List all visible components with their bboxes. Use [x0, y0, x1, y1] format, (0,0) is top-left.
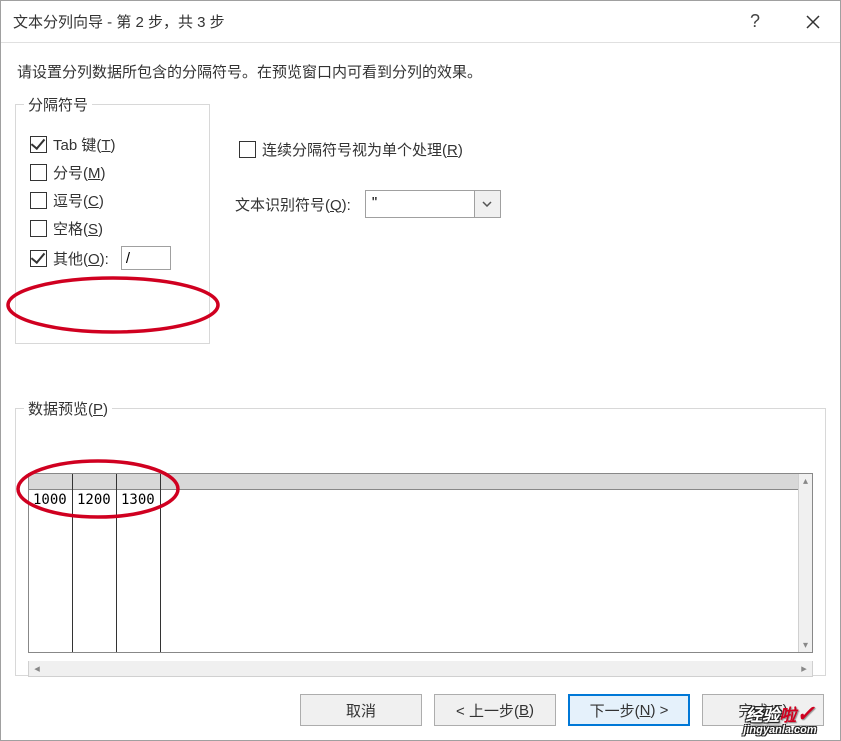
checkbox-semicolon-label: 分号(M)	[53, 162, 106, 183]
chevron-down-icon	[482, 201, 492, 207]
checkbox-other-row[interactable]: 其他(O):	[30, 246, 199, 270]
content-area: 请设置分列数据所包含的分隔符号。在预览窗口内可看到分列的效果。 分隔符号 Tab…	[1, 43, 840, 686]
text-qualifier-select[interactable]: "	[365, 190, 501, 218]
cancel-button[interactable]: 取消	[300, 694, 422, 726]
preview-box: 1000 1200 1300 ▴ ▾	[28, 473, 813, 653]
scroll-down-icon[interactable]: ▾	[799, 638, 812, 652]
checkbox-other[interactable]	[30, 250, 47, 267]
window-title: 文本分列向导 - 第 2 步，共 3 步	[13, 11, 225, 32]
vertical-scrollbar[interactable]: ▴ ▾	[798, 474, 812, 652]
scroll-up-icon[interactable]: ▴	[799, 474, 812, 488]
text-qualifier-row: 文本识别符号(Q): "	[235, 190, 826, 218]
titlebar: 文本分列向导 - 第 2 步，共 3 步 ?	[1, 1, 840, 43]
delimiter-options-right: 连续分隔符号视为单个处理(R) 文本识别符号(Q): "	[235, 104, 826, 218]
text-qualifier-dropdown-button[interactable]	[475, 190, 501, 218]
checkbox-comma[interactable]	[30, 192, 47, 209]
dialog-window: 文本分列向导 - 第 2 步，共 3 步 ? 请设置分列数据所包含的分隔符号。在…	[0, 0, 841, 741]
preview-columns: 1000 1200 1300	[29, 474, 798, 652]
watermark-domain: jingyanla.com	[743, 725, 816, 736]
checkbox-tab-row[interactable]: Tab 键(T)	[30, 134, 199, 155]
data-preview-group: 数据预览(P) 1000 1200 1300 ▴ ▾ ◂ ▸	[15, 408, 826, 676]
checkbox-space-label: 空格(S)	[53, 218, 103, 239]
checkbox-tab-label: Tab 键(T)	[53, 134, 116, 155]
text-qualifier-value[interactable]: "	[365, 190, 475, 218]
text-qualifier-label: 文本识别符号(Q):	[235, 194, 351, 215]
preview-col-1: 1000	[29, 474, 73, 652]
checkbox-consecutive[interactable]	[239, 141, 256, 158]
scroll-left-icon[interactable]: ◂	[29, 662, 45, 675]
horizontal-scrollbar[interactable]: ◂ ▸	[28, 661, 813, 677]
delimiters-group: 分隔符号 Tab 键(T) 分号(M) 逗号(C)	[15, 104, 210, 344]
description-text: 请设置分列数据所包含的分隔符号。在预览窗口内可看到分列的效果。	[15, 61, 826, 82]
preview-col-2: 1200	[73, 474, 117, 652]
close-icon	[806, 15, 820, 29]
checkbox-semicolon[interactable]	[30, 164, 47, 181]
watermark: 经验啦✓ jingyanla.com	[722, 700, 838, 738]
preview-col-3: 1300	[117, 474, 161, 652]
delimiters-group-label: 分隔符号	[24, 94, 92, 115]
checkbox-consecutive-label: 连续分隔符号视为单个处理(R)	[262, 139, 463, 160]
checkbox-comma-label: 逗号(C)	[53, 190, 104, 211]
other-delimiter-input[interactable]	[121, 246, 171, 270]
checkbox-semicolon-row[interactable]: 分号(M)	[30, 162, 199, 183]
checkbox-space[interactable]	[30, 220, 47, 237]
checkbox-space-row[interactable]: 空格(S)	[30, 218, 199, 239]
next-button[interactable]: 下一步(N) >	[568, 694, 690, 726]
scroll-right-icon[interactable]: ▸	[796, 662, 812, 675]
data-preview-label: 数据预览(P)	[24, 398, 112, 419]
checkbox-tab[interactable]	[30, 136, 47, 153]
checkbox-comma-row[interactable]: 逗号(C)	[30, 190, 199, 211]
help-button[interactable]: ?	[740, 7, 770, 37]
close-button[interactable]	[798, 7, 828, 37]
watermark-title: 经验啦✓	[745, 703, 814, 725]
checkbox-consecutive-row[interactable]: 连续分隔符号视为单个处理(R)	[239, 139, 826, 160]
checkbox-other-label: 其他(O):	[53, 248, 109, 269]
back-button[interactable]: < 上一步(B)	[434, 694, 556, 726]
title-buttons: ?	[740, 7, 828, 37]
